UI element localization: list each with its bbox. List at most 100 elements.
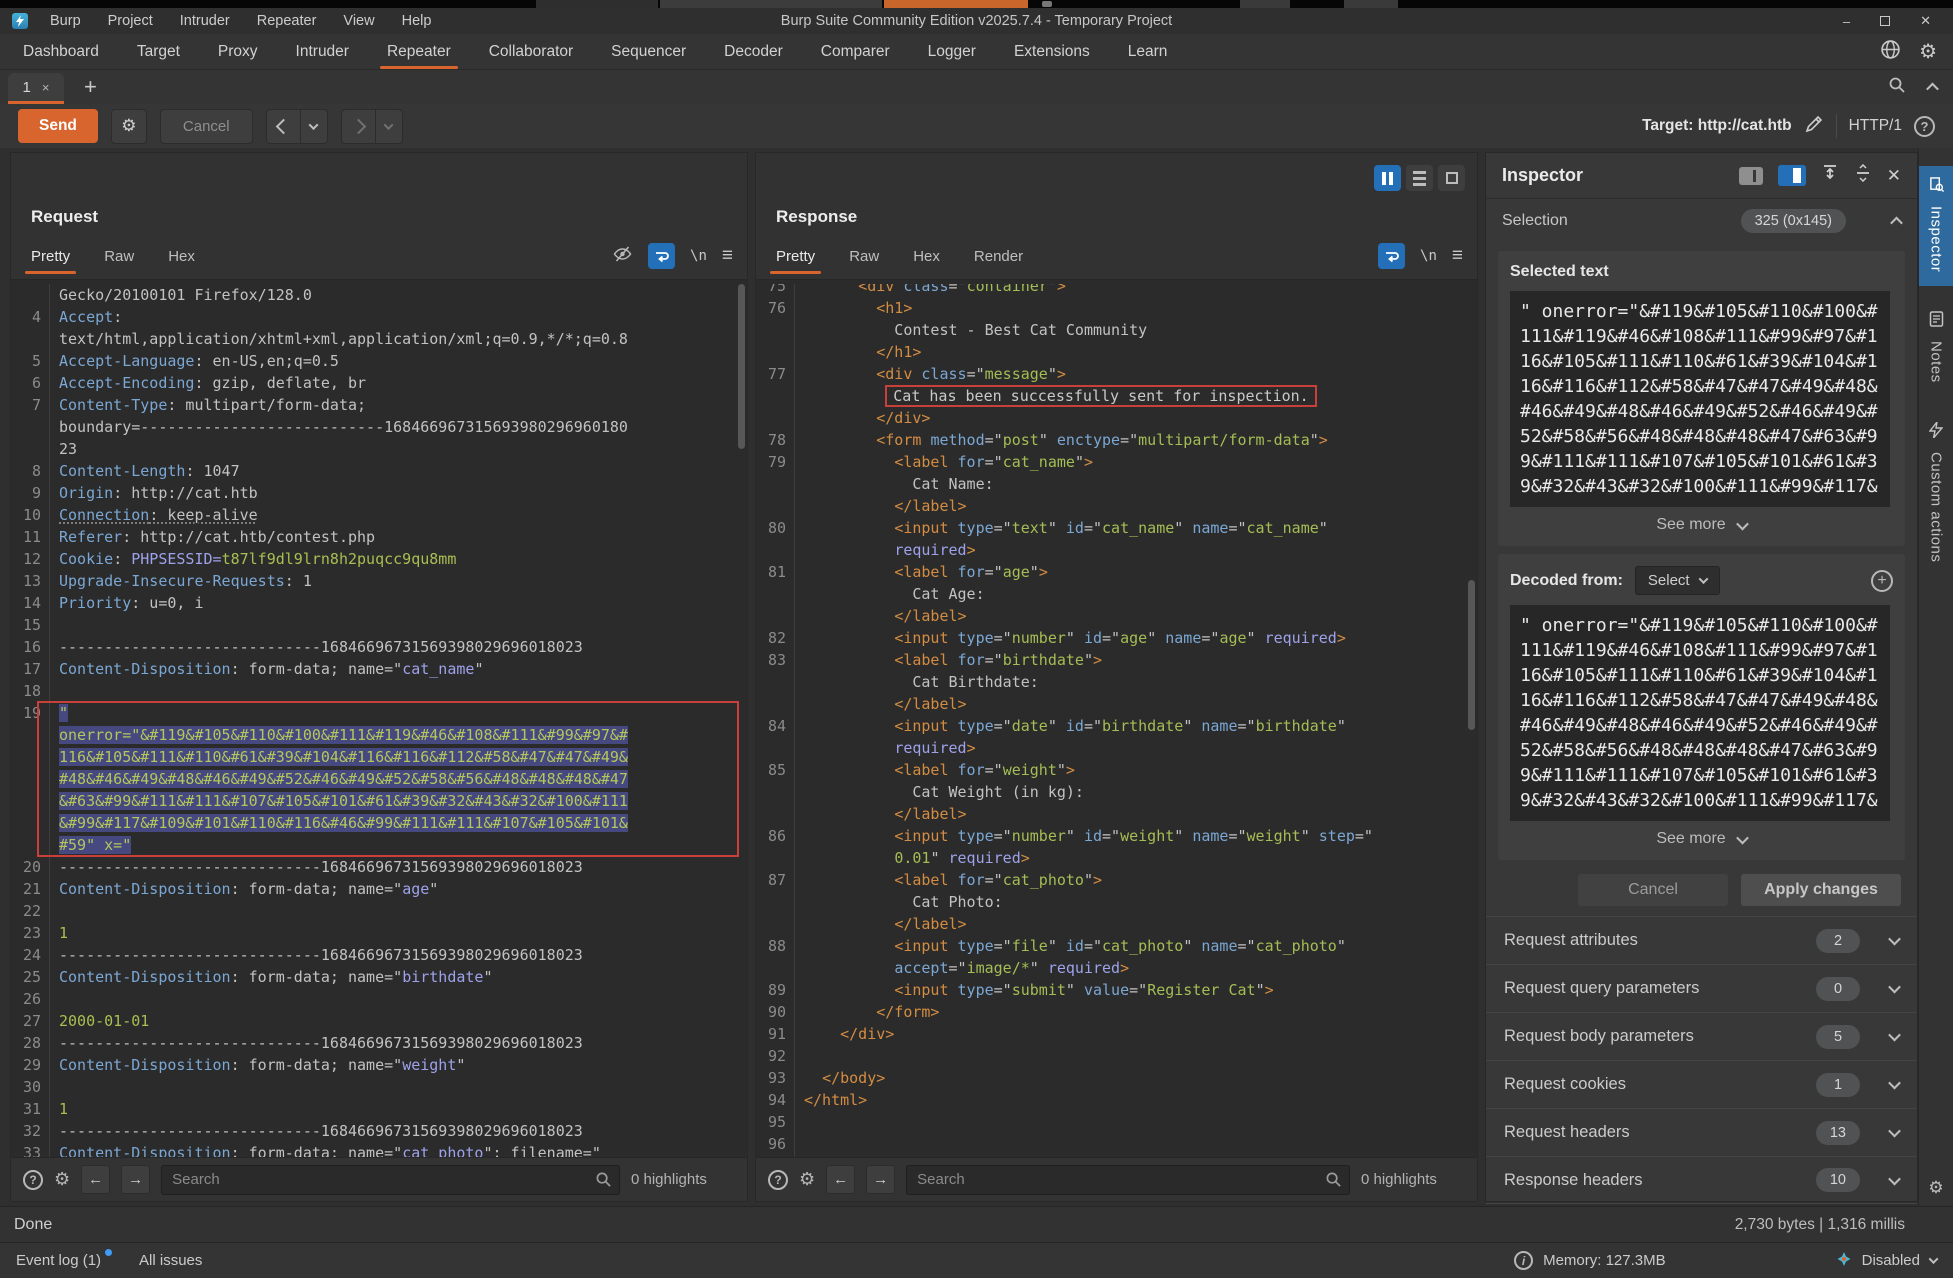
request-scrollbar[interactable] [738,284,745,449]
forward-button[interactable] [341,109,376,144]
request-tab-hex[interactable]: Hex [168,248,195,265]
menu-item-view[interactable]: View [343,13,374,29]
rows-layout-button[interactable] [1406,165,1433,191]
prev-match-button[interactable]: ← [826,1165,855,1194]
tab-repeater[interactable]: Repeater [368,34,470,69]
next-match-button[interactable]: → [121,1165,150,1194]
sidebar-tab-inspector[interactable]: Inspector [1919,166,1953,286]
tab-decoder[interactable]: Decoder [705,34,802,69]
expand-section-icon[interactable] [1888,1172,1901,1185]
sidebar-tab-notes[interactable]: Notes [1919,300,1953,397]
response-tab-hex[interactable]: Hex [913,248,940,265]
tab-collaborator[interactable]: Collaborator [470,34,592,69]
expand-section-icon[interactable] [1888,981,1901,994]
sidebar-settings-gear-icon[interactable]: ⚙ [1919,1178,1953,1198]
expand-section-icon[interactable] [1888,1125,1901,1138]
request-editor[interactable]: Gecko/20100101 Firefox/128.04Accept:text… [11,280,747,1157]
see-more-button[interactable]: See more [1510,516,1893,536]
inspector-section-response-headers[interactable]: Response headers10 [1486,1156,1917,1204]
collapse-all-icon[interactable] [1854,164,1872,187]
tab-learn[interactable]: Learn [1109,34,1187,69]
tab-dashboard[interactable]: Dashboard [4,34,118,69]
response-tab-render[interactable]: Render [974,248,1023,265]
editor-menu-icon[interactable]: ≡ [1452,245,1463,267]
decoded-text-value[interactable]: " onerror="&#119&#105&#110&#100&#111&#11… [1510,605,1890,821]
forward-dropdown-button[interactable] [376,109,403,144]
word-wrap-toggle-icon[interactable] [1378,243,1405,269]
menu-item-project[interactable]: Project [108,13,153,29]
selection-section-header[interactable]: Selection 325 (0x145) [1486,199,1917,243]
tab-comparer[interactable]: Comparer [802,34,909,69]
maximize-button[interactable] [1880,16,1890,26]
expand-section-icon[interactable] [1888,1077,1901,1090]
see-more-button[interactable]: See more [1510,830,1893,850]
search-tabs-icon[interactable] [1888,76,1906,99]
response-viewer[interactable]: 75 <div class="container">76 <h1> Contes… [756,280,1477,1157]
request-settings-gear-icon[interactable]: ⚙ [111,109,147,144]
collapse-tabs-icon[interactable] [1926,82,1939,95]
event-log-button[interactable]: Event log (1) [16,1252,101,1269]
collapse-selection-icon[interactable] [1890,216,1903,229]
response-tab-raw[interactable]: Raw [849,248,879,265]
close-button[interactable]: ✕ [1920,13,1931,29]
inspector-dock-right-icon[interactable] [1778,165,1806,186]
all-issues-button[interactable]: All issues [139,1252,202,1269]
search-settings-gear-icon[interactable]: ⚙ [799,1169,815,1190]
inspector-section-request-body-parameters[interactable]: Request body parameters5 [1486,1012,1917,1060]
back-dropdown-button[interactable] [301,109,328,144]
request-tab-pretty[interactable]: Pretty [31,248,70,265]
tab-extensions[interactable]: Extensions [995,34,1109,69]
inspector-section-request-query-parameters[interactable]: Request query parameters0 [1486,964,1917,1012]
menu-item-repeater[interactable]: Repeater [257,13,317,29]
send-button[interactable]: Send [18,109,98,143]
tab-sequencer[interactable]: Sequencer [592,34,705,69]
tab-proxy[interactable]: Proxy [199,34,277,69]
search-help-icon[interactable]: ? [768,1170,788,1190]
settings-gear-icon[interactable]: ⚙ [1919,39,1937,64]
menu-item-intruder[interactable]: Intruder [180,13,230,29]
tab-intruder[interactable]: Intruder [277,34,368,69]
response-tab-pretty[interactable]: Pretty [776,248,815,265]
single-layout-button[interactable] [1438,165,1465,191]
new-tab-button[interactable]: + [84,77,97,97]
show-newlines-toggle[interactable]: \n [1420,248,1437,264]
tab-target[interactable]: Target [118,34,199,69]
inspector-close-icon[interactable]: ✕ [1887,166,1901,186]
response-scrollbar[interactable] [1468,580,1475,730]
sidebar-tab-custom-actions[interactable]: Custom actions [1919,411,1953,576]
next-match-button[interactable]: → [866,1165,895,1194]
apply-changes-button[interactable]: Apply changes [1741,874,1901,906]
response-search-input[interactable] [906,1165,1350,1195]
edit-target-pencil-icon[interactable] [1804,114,1824,139]
add-decoder-icon[interactable]: + [1871,570,1893,592]
inspector-dock-left-icon[interactable] [1739,167,1763,185]
search-settings-gear-icon[interactable]: ⚙ [54,1169,70,1190]
prev-match-button[interactable]: ← [81,1165,110,1194]
tab-logger[interactable]: Logger [909,34,995,69]
expand-all-icon[interactable] [1821,164,1839,187]
editor-menu-icon[interactable]: ≡ [722,245,733,267]
inspector-cancel-button[interactable]: Cancel [1578,874,1728,906]
tab-close-icon[interactable]: × [42,80,50,95]
inspector-section-request-cookies[interactable]: Request cookies1 [1486,1060,1917,1108]
selected-text-value[interactable]: " onerror="&#119&#105&#110&#100&#111&#11… [1510,291,1890,507]
show-newlines-toggle[interactable]: \n [690,248,707,264]
http-version-label[interactable]: HTTP/1 [1849,117,1902,135]
inspector-section-request-headers[interactable]: Request headers13 [1486,1108,1917,1156]
menu-item-help[interactable]: Help [402,13,432,29]
repeater-tab-1[interactable]: 1 × [8,73,64,104]
help-icon[interactable]: ? [1914,116,1935,137]
intercept-dropdown-icon[interactable] [1929,1254,1939,1264]
cancel-button[interactable]: Cancel [160,109,253,144]
decoder-select-dropdown[interactable]: Select [1635,566,1720,595]
browser-globe-icon[interactable] [1880,39,1901,65]
back-button[interactable] [266,109,301,144]
intercept-state-label[interactable]: Disabled [1862,1252,1920,1269]
request-tab-raw[interactable]: Raw [104,248,134,265]
expand-section-icon[interactable] [1888,933,1901,946]
expand-section-icon[interactable] [1888,1029,1901,1042]
menu-item-burp[interactable]: Burp [50,13,81,29]
columns-layout-button[interactable] [1374,165,1401,191]
word-wrap-toggle-icon[interactable] [648,243,675,269]
search-help-icon[interactable]: ? [23,1170,43,1190]
